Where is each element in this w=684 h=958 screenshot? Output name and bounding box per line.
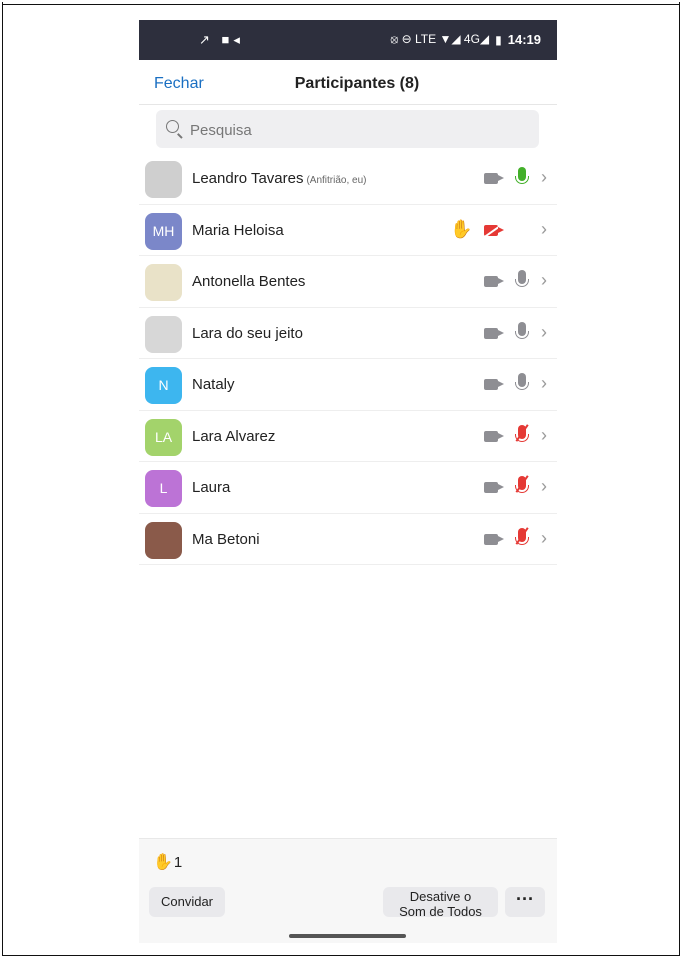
participant-name-text: Lara do seu jeito — [192, 324, 303, 342]
status-left-icons: ↗ ■◂ — [199, 32, 244, 47]
participant-name: Laura — [192, 479, 230, 496]
participant-name: Ma Betoni — [192, 531, 260, 548]
bottom-toolbar: ✋1 Convidar Desative o Som de Todos ··· — [139, 838, 557, 943]
avatar — [145, 161, 182, 198]
participant-name: Leandro Tavares (Anfitrião, eu) — [192, 170, 367, 187]
video-camera-icon — [484, 276, 504, 287]
battery-icon: ▮ — [495, 32, 502, 47]
video-camera-icon — [484, 482, 504, 493]
avatar: N — [145, 367, 182, 404]
chevron-right-icon[interactable]: › — [541, 219, 547, 240]
microphone-muted-icon — [515, 423, 529, 442]
participant-name-text: Leandro Tavares — [192, 170, 304, 187]
video-camera-icon — [484, 173, 504, 184]
participant-name-text: Laura — [192, 479, 231, 496]
participant-name: Nataly — [192, 376, 235, 393]
mute-slash — [515, 526, 529, 545]
participant-row[interactable]: MH Maria Heloisa ✋ › — [139, 205, 557, 256]
page-title: Participantes (8) — [294, 75, 420, 92]
microphone-active-icon — [515, 167, 529, 184]
video-camera-icon — [484, 379, 504, 390]
microphone-muted-icon — [515, 475, 529, 493]
avatar: LA — [145, 418, 182, 456]
participant-list: Leandro Tavares (Anfitrião, eu) › MH Maria H… — [139, 153, 557, 565]
participant-row[interactable]: LA Lara Alvarez › — [139, 411, 557, 462]
participant-role: (Anfitrião, eu) — [306, 175, 367, 186]
chevron-right-icon[interactable]: › — [541, 528, 547, 549]
search-input[interactable] — [188, 110, 532, 150]
chevron-right-icon[interactable]: › — [541, 425, 547, 446]
status-right-icons: ⦻ ⊖ LTE ▼◢ 4G◢ ▮ 14:19 — [390, 32, 541, 47]
microphone-muted-icon — [515, 526, 529, 545]
status-time: 14:19 — [507, 32, 541, 47]
raised-hand-icon: ✋ — [450, 218, 473, 239]
chevron-right-icon[interactable]: › — [541, 476, 547, 497]
chevron-right-icon[interactable]: › — [541, 167, 547, 188]
microphone-icon — [515, 373, 529, 390]
mute-slash — [515, 423, 529, 442]
participant-row[interactable]: Leandro Tavares (Anfitrião, eu) › — [139, 153, 557, 205]
participant-name: Lara Alvarez — [192, 428, 275, 445]
invite-button[interactable]: Convidar — [149, 887, 225, 917]
search-icon — [166, 120, 179, 133]
mute-all-label-line1: Desative o — [409, 889, 472, 904]
microphone-icon — [515, 270, 529, 287]
participant-row[interactable]: L Laura › — [139, 462, 557, 514]
participant-name-text: Ma Betoni — [192, 530, 260, 548]
avatar — [145, 315, 182, 353]
avatar — [145, 264, 182, 301]
mute-slash — [515, 475, 529, 493]
video-camera-icon — [484, 327, 504, 339]
participant-row[interactable]: Ma Betoni › — [139, 514, 557, 565]
participant-row[interactable]: Lara do seu jeito › — [139, 308, 557, 359]
participant-row[interactable]: N Nataly › — [139, 359, 557, 411]
participant-name-text: Antonella Bentes — [192, 273, 306, 290]
participant-name-text: Lara Alvarez — [192, 427, 276, 445]
participant-row[interactable]: Antonella Bentes › — [139, 256, 557, 308]
avatar: L — [145, 470, 182, 507]
mute-all-button[interactable]: Desative o Som de Todos — [383, 887, 498, 919]
chevron-right-icon[interactable]: › — [541, 373, 547, 394]
raised-hands-counter[interactable]: ✋1 — [153, 852, 182, 872]
video-off-icon — [484, 224, 504, 236]
home-indicator — [289, 934, 406, 938]
avatar — [145, 521, 182, 559]
raised-hand-count: 1 — [173, 854, 183, 871]
chevron-right-icon[interactable]: › — [541, 270, 547, 291]
chevron-right-icon[interactable]: › — [541, 322, 547, 343]
participant-name: Antonella Bentes — [192, 273, 305, 290]
participant-name: Lara do seu jeito — [192, 325, 303, 342]
mute-all-label-line2: Som de Todos — [399, 904, 482, 919]
avatar: MH — [145, 212, 182, 250]
video-camera-icon — [484, 430, 504, 442]
participants-header: Fechar Participantes (8) — [139, 60, 557, 105]
video-camera-icon — [484, 533, 504, 545]
more-options-button[interactable]: ··· — [505, 887, 545, 917]
participant-name: Maria Heloisa — [192, 222, 284, 239]
search-bar[interactable] — [156, 110, 539, 150]
microphone-icon — [515, 321, 529, 339]
participant-name-text: Nataly — [192, 376, 235, 393]
raised-hand-icon: ✋ — [153, 854, 173, 871]
participant-name-text: Maria Heloisa — [192, 221, 284, 239]
phone-screen: ↗ ■◂ ⦻ ⊖ LTE ▼◢ 4G◢ ▮ 14:19 Fechar Parti… — [139, 20, 557, 952]
status-bar: ↗ ■◂ ⦻ ⊖ LTE ▼◢ 4G◢ ▮ 14:19 — [139, 20, 557, 60]
signal-icons: ⦻ ⊖ LTE ▼◢ 4G◢ — [390, 32, 490, 46]
